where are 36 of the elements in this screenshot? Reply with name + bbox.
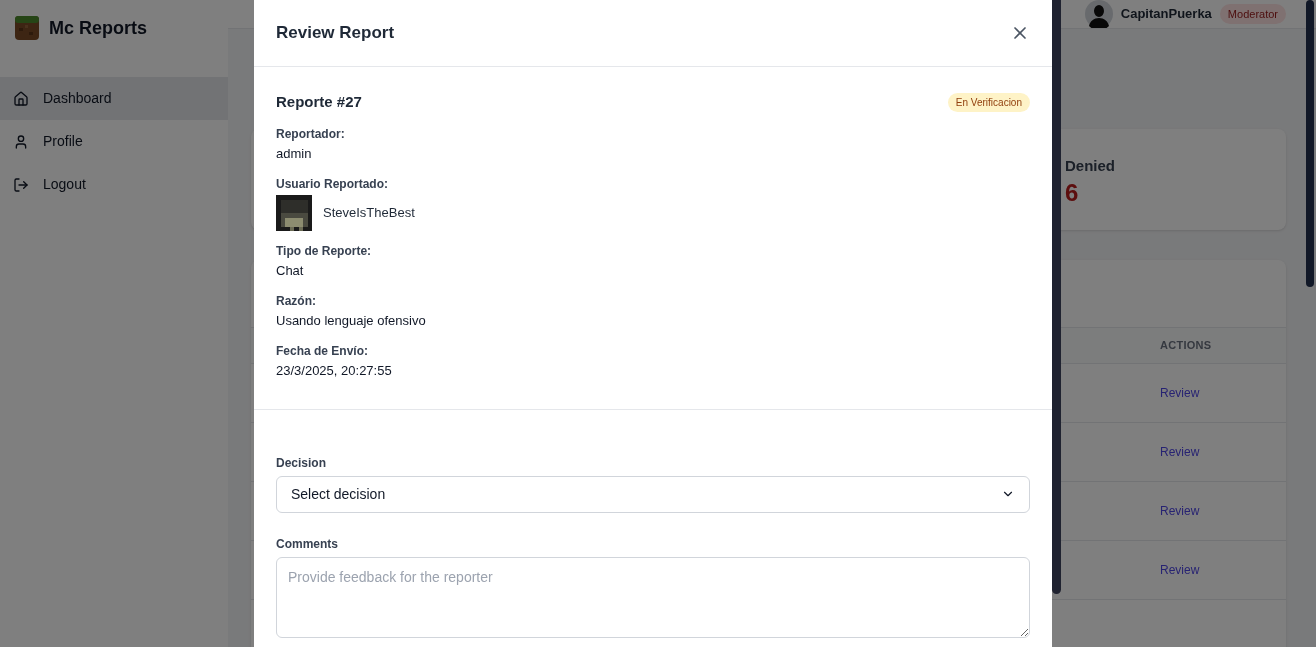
review-link[interactable]: Review [1160, 561, 1200, 579]
sidebar-item[interactable]: Logout [0, 163, 228, 206]
column-header: ACTIONS [1160, 338, 1212, 354]
field-value: Chat [276, 261, 305, 280]
review-link[interactable]: Review [1160, 443, 1200, 461]
field-label: Decision [276, 454, 327, 472]
home-icon [13, 90, 29, 107]
field-value: SteveIsTheBest [323, 203, 415, 222]
role-badge: Moderator [1219, 3, 1286, 25]
player-avatar-icon [276, 194, 312, 231]
field-value: Usando lenguaje ofensivo [276, 311, 427, 330]
user-icon [13, 133, 29, 150]
field-label: Reportador: [276, 125, 346, 143]
field-label: Tipo de Reporte: [276, 242, 373, 260]
report-title: Reporte #27 [276, 92, 362, 112]
field-label: Comments [276, 535, 339, 553]
field-label: Razón: [276, 292, 317, 310]
decision-select[interactable]: Select decision [276, 475, 1030, 513]
dialog-title: Review Report [276, 22, 395, 45]
app-title: Mc Reports [49, 16, 147, 40]
field-label: Usuario Reportado: [276, 175, 389, 193]
field-value: admin [276, 144, 313, 163]
grass-block-icon [15, 16, 39, 40]
logout-icon [13, 176, 29, 193]
review-link[interactable]: Review [1160, 384, 1200, 402]
stat-value: 6 [1065, 177, 1080, 208]
field-value: 23/3/2025, 20:27:55 [276, 361, 393, 380]
review-link[interactable]: Review [1160, 502, 1200, 520]
sidebar-item[interactable]: Dashboard [0, 77, 228, 120]
status-badge: En Verificacion [947, 92, 1030, 112]
comments-field[interactable]: Provide feedback for the reporter [276, 556, 1030, 638]
user-avatar-icon [1084, 0, 1113, 28]
stat-label: Denied [1065, 156, 1116, 176]
field-label: Fecha de Envío: [276, 342, 370, 360]
user-name: CapitanPuerka [1120, 5, 1212, 24]
sidebar-item[interactable]: Profile [0, 120, 228, 163]
